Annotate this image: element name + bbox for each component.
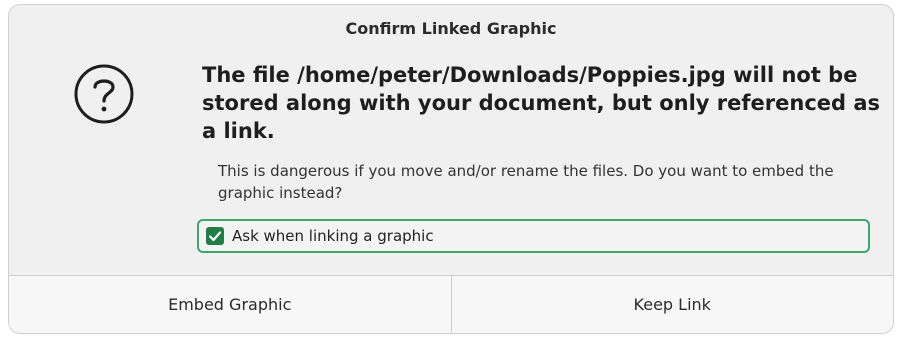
- keep-link-button[interactable]: Keep Link: [452, 276, 894, 333]
- button-bar: Embed Graphic Keep Link: [9, 275, 893, 333]
- ask-when-linking-checkbox-row[interactable]: Ask when linking a graphic: [197, 219, 870, 253]
- secondary-message: This is dangerous if you move and/or ren…: [218, 162, 834, 202]
- dialog-title: Confirm Linked Graphic: [345, 19, 557, 38]
- checkbox-label: Ask when linking a graphic: [232, 227, 434, 245]
- primary-message: The file /home/peter/Downloads/Poppies.j…: [202, 63, 881, 143]
- checkbox[interactable]: [206, 227, 224, 245]
- embed-graphic-button[interactable]: Embed Graphic: [9, 276, 451, 333]
- confirm-linked-graphic-dialog: Confirm Linked Graphic The file /home/pe…: [8, 4, 894, 334]
- question-circle-icon: [74, 64, 134, 124]
- checkmark-icon: [208, 231, 222, 242]
